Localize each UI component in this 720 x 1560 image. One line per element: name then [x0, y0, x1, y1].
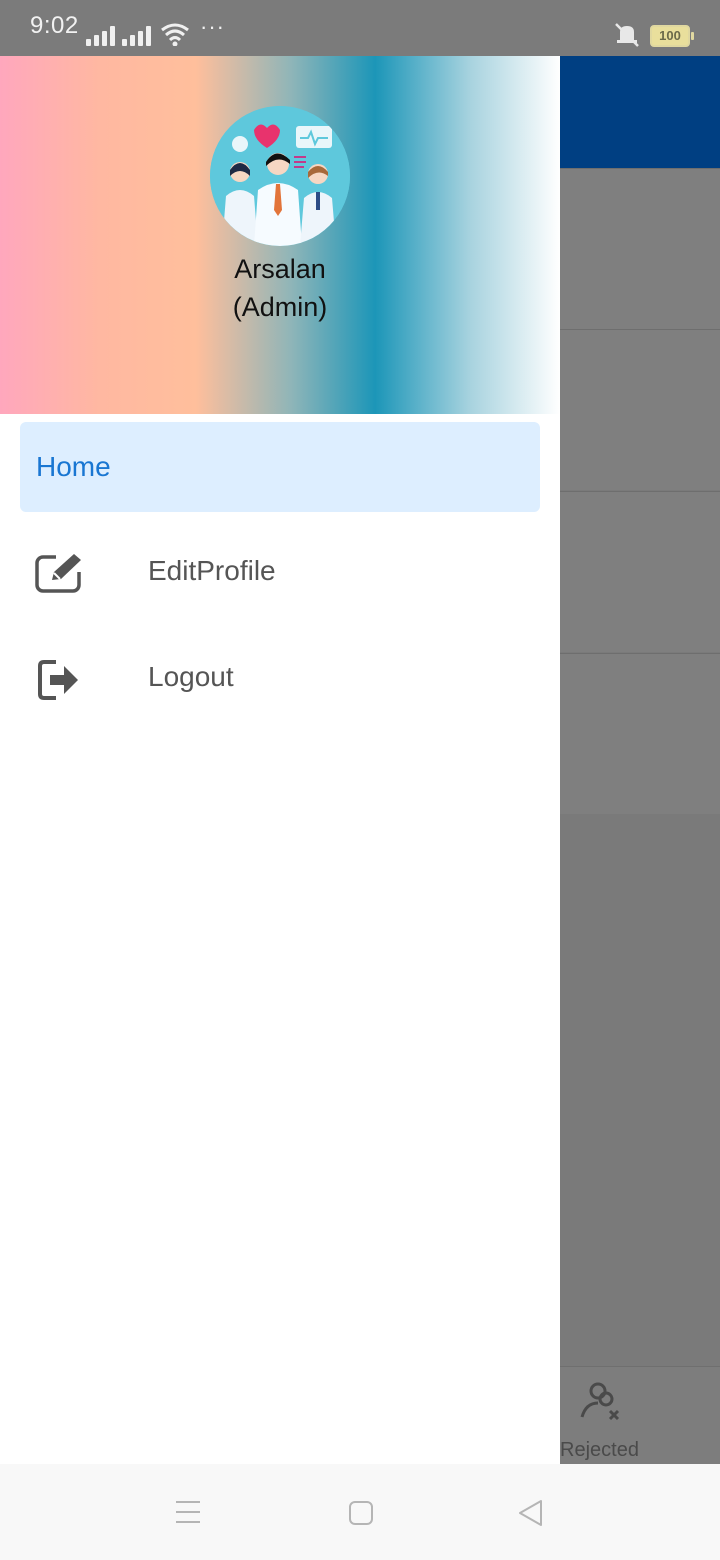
user-rejected-icon: [580, 1382, 620, 1421]
bottom-nav-rejected-label: Rejected: [560, 1439, 639, 1461]
background-app[interactable]: Rejected: [560, 56, 720, 1465]
status-time: 9:02: [30, 12, 79, 39]
edit-square-icon: [35, 552, 84, 593]
background-card: [560, 653, 720, 814]
drawer-item-logout[interactable]: Logout: [0, 628, 560, 734]
user-name-text: Arsalan: [234, 254, 326, 284]
background-app-bar: [560, 56, 720, 168]
wifi-icon: [161, 23, 189, 46]
mute-vibrate-icon: [615, 23, 639, 47]
recents-menu-icon[interactable]: [174, 1500, 202, 1524]
doctors-illustration-icon: [210, 106, 350, 246]
back-triangle-icon[interactable]: [516, 1498, 544, 1528]
status-bar: 9:02 ··· 100: [0, 0, 720, 56]
drawer-item-logout-label: Logout: [148, 661, 234, 692]
user-role-text: (Admin): [232, 292, 328, 322]
logout-icon: [38, 660, 78, 700]
background-bottom-nav: Rejected: [560, 1366, 720, 1465]
background-card: [560, 491, 720, 652]
home-square-icon[interactable]: [348, 1500, 374, 1526]
battery-indicator: 100: [650, 25, 694, 47]
drawer-item-home-label: Home: [36, 451, 111, 482]
drawer-item-edit-profile[interactable]: EditProfile: [0, 522, 560, 628]
drawer-item-edit-profile-label: EditProfile: [148, 555, 276, 586]
navigation-drawer: Arsalan (Admin) Home EditProfile Logout: [0, 56, 560, 1464]
drawer-item-home[interactable]: Home: [20, 422, 540, 512]
system-nav-bar: [0, 1464, 720, 1560]
avatar: [210, 106, 350, 246]
background-card: [560, 168, 720, 329]
more-notifications-icon: ···: [200, 14, 225, 39]
user-name: Arsalan (Admin): [180, 250, 380, 326]
signal-icon-2: [122, 24, 154, 46]
signal-icon: [86, 24, 118, 46]
drawer-header: Arsalan (Admin): [0, 56, 560, 414]
background-card: [560, 329, 720, 490]
